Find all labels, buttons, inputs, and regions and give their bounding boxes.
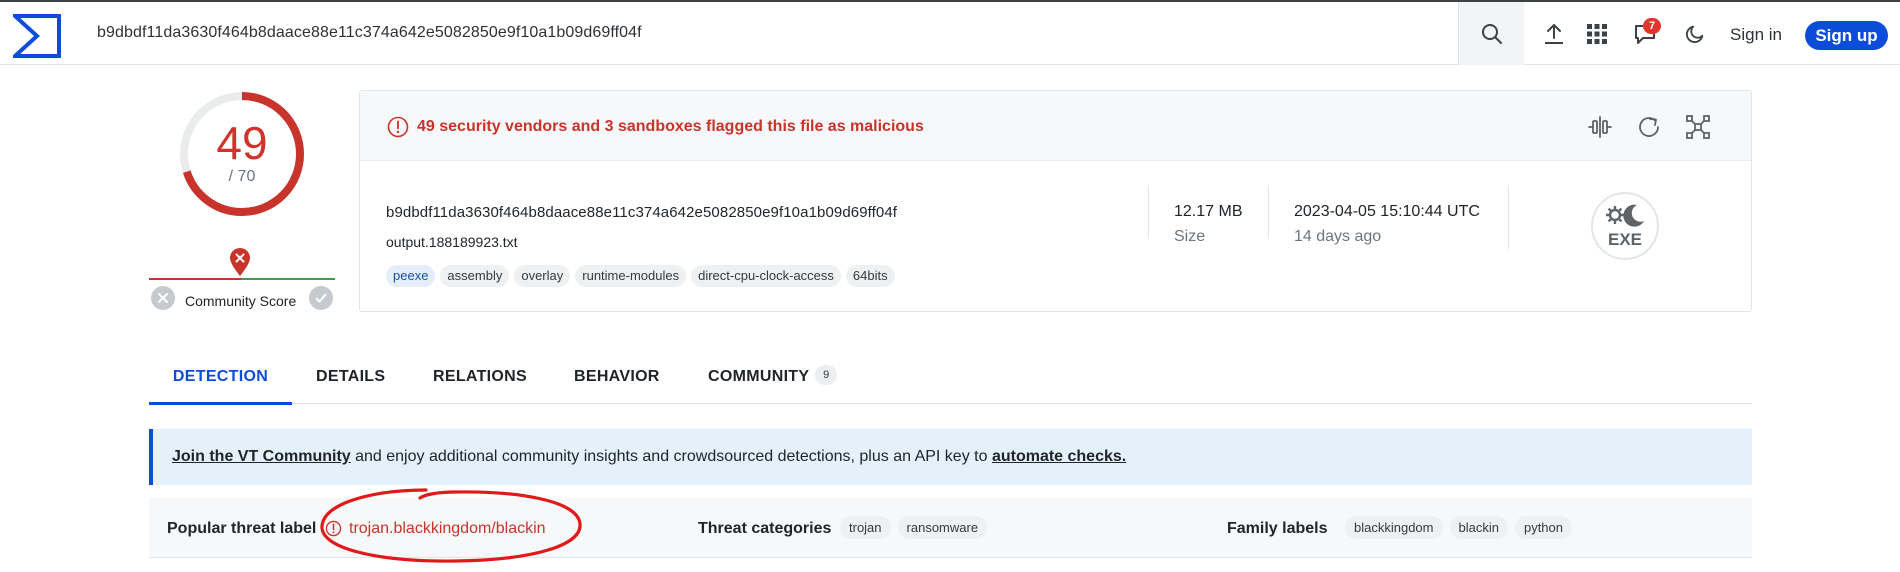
compare-button[interactable] <box>1586 113 1614 141</box>
threat-category-tag[interactable]: trojan <box>840 516 891 539</box>
file-tag[interactable]: direct-cpu-clock-access <box>691 265 841 287</box>
tab-detection[interactable]: DETECTION <box>149 352 292 405</box>
dark-mode-icon <box>1686 25 1704 43</box>
sign-in-link[interactable]: Sign in <box>1730 25 1782 45</box>
malicious-alert-header: 49 security vendors and 3 sandboxes flag… <box>360 91 1751 161</box>
family-label-tag[interactable]: python <box>1514 516 1573 539</box>
apps-grid-button[interactable] <box>1584 21 1610 47</box>
file-summary-card: 49 security vendors and 3 sandboxes flag… <box>359 90 1752 312</box>
file-tag[interactable]: runtime-modules <box>575 265 687 287</box>
tab-relations[interactable]: RELATIONS <box>433 352 527 403</box>
upload-button[interactable] <box>1541 21 1567 47</box>
vote-harmless-button[interactable] <box>309 286 333 310</box>
search-input[interactable]: b9dbdf11da3630f464b8daace88e11c374a642e5… <box>97 24 642 42</box>
file-size-value: 12.17 MB <box>1174 203 1243 220</box>
divider <box>1148 185 1149 239</box>
analysis-date: 2023-04-05 15:10:44 UTC <box>1294 203 1480 220</box>
alert-circle-icon <box>387 116 409 138</box>
family-labels-title: Family labels <box>1227 520 1328 537</box>
tab-community-label: COMMUNITY <box>708 368 810 385</box>
banner-middle-text: and enjoy additional community insights … <box>350 448 992 465</box>
threat-labels-row: Popular threat label trojan.blackkingdom… <box>149 498 1752 558</box>
threat-categories-title: Threat categories <box>698 520 832 537</box>
popular-threat-label-value[interactable]: trojan.blackkingdom/blackin <box>349 520 546 538</box>
file-tag[interactable]: 64bits <box>845 265 895 287</box>
dark-mode-toggle[interactable] <box>1682 21 1708 47</box>
tab-details[interactable]: DETAILS <box>316 352 385 403</box>
compare-icon <box>1588 116 1612 138</box>
community-score-marker-icon <box>230 248 250 276</box>
community-count-badge: 9 <box>815 364 838 385</box>
refresh-icon <box>1639 117 1659 137</box>
alert-circle-icon <box>325 520 342 537</box>
file-tag[interactable]: peexe <box>386 265 436 287</box>
family-label-tag[interactable]: blackkingdom <box>1345 516 1443 539</box>
sign-up-button[interactable]: Sign up <box>1805 21 1888 50</box>
community-score-label: Community Score <box>185 293 297 309</box>
family-label-tag[interactable]: blackin <box>1449 516 1508 539</box>
file-tags: peexe assembly overlay runtime-modules d… <box>386 265 895 287</box>
logo-icon[interactable] <box>13 14 61 58</box>
file-size-label: Size <box>1174 228 1206 245</box>
upload-icon <box>1545 24 1563 44</box>
graph-view-button[interactable] <box>1684 113 1712 141</box>
analysis-date-relative: 14 days ago <box>1294 228 1382 245</box>
apps-grid-icon <box>1587 24 1607 44</box>
detection-total: / 70 <box>228 168 256 185</box>
file-tag[interactable]: overlay <box>514 265 571 287</box>
file-hash[interactable]: b9dbdf11da3630f464b8daace88e11c374a642e5… <box>386 204 897 221</box>
tab-behavior[interactable]: BEHAVIOR <box>574 352 660 403</box>
banner-text: Join the VT Community and enjoy addition… <box>172 448 1126 466</box>
community-score-bar-positive <box>241 278 335 280</box>
tab-bar: DETECTION DETAILS RELATIONS BEHAVIOR COM… <box>149 352 1752 405</box>
divider <box>1268 185 1269 239</box>
top-bar: b9dbdf11da3630f464b8daace88e11c374a642e5… <box>0 0 1900 65</box>
search-icon <box>1481 23 1502 44</box>
detection-count: 49 <box>216 117 268 169</box>
automate-checks-link[interactable]: automate checks. <box>992 448 1126 465</box>
tab-community[interactable]: COMMUNITY 9 <box>708 352 838 403</box>
search-button[interactable] <box>1458 2 1524 65</box>
family-labels: blackkingdom blackin python <box>1345 516 1573 539</box>
exe-file-type-icon: EXE <box>1591 192 1659 260</box>
graph-icon <box>1686 115 1710 139</box>
divider <box>1508 185 1509 249</box>
close-icon <box>158 293 168 303</box>
malicious-alert-text: 49 security vendors and 3 sandboxes flag… <box>417 118 924 135</box>
popular-threat-label-title: Popular threat label <box>167 520 317 537</box>
threat-categories: trojan ransomware <box>840 516 988 539</box>
community-score-bar-negative <box>149 278 241 280</box>
community-banner: Join the VT Community and enjoy addition… <box>149 429 1752 485</box>
file-tag[interactable]: assembly <box>440 265 510 287</box>
exe-badge-label: EXE <box>1608 230 1642 249</box>
threat-category-tag[interactable]: ransomware <box>897 516 988 539</box>
notification-count-badge: 7 <box>1643 18 1661 34</box>
vote-malicious-button[interactable] <box>151 286 175 310</box>
reanalyze-button[interactable] <box>1635 113 1663 141</box>
check-icon <box>315 293 327 303</box>
file-name: output.188189923.txt <box>386 234 518 250</box>
join-community-link[interactable]: Join the VT Community <box>172 448 351 465</box>
